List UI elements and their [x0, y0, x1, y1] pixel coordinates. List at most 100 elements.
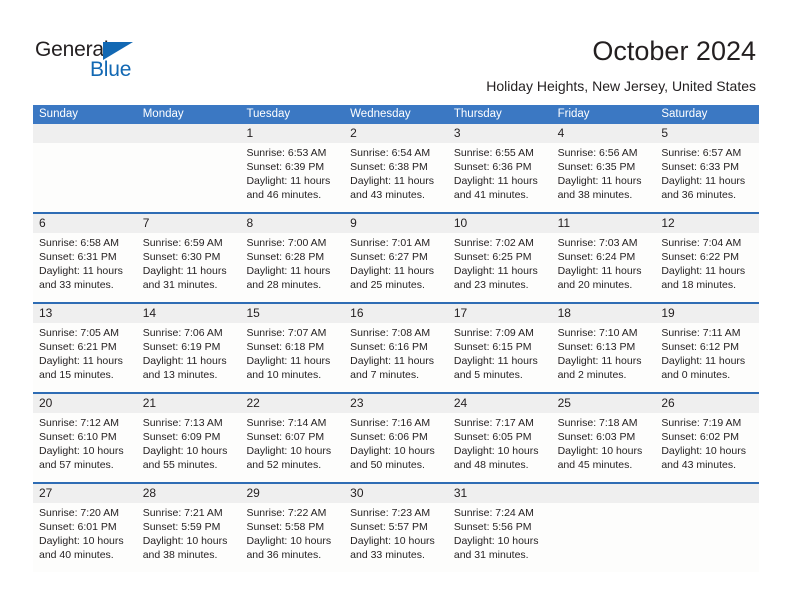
day-number[interactable]: 25: [552, 394, 656, 413]
day-cell[interactable]: Sunrise: 7:07 AM Sunset: 6:18 PM Daylight:…: [240, 323, 344, 392]
day-number[interactable]: 30: [344, 484, 448, 503]
sunrise-text: Sunrise: 7:13 AM: [142, 417, 223, 429]
day-number[interactable]: 26: [655, 394, 759, 413]
day-cell[interactable]: Sunrise: 6:55 AM Sunset: 6:36 PM Daylight:…: [448, 143, 552, 212]
sunset-text: Sunset: 6:39 PM: [246, 161, 325, 173]
day-cell[interactable]: Sunrise: 7:16 AM Sunset: 6:06 PM Daylight:…: [344, 413, 448, 482]
day-cell[interactable]: Sunrise: 7:14 AM Sunset: 6:07 PM Daylight:…: [240, 413, 344, 482]
sunrise-text: Sunrise: 7:08 AM: [350, 327, 431, 339]
sunset-text: Sunset: 6:10 PM: [39, 431, 117, 443]
day-cell[interactable]: Sunrise: 6:58 AM Sunset: 6:31 PM Daylight:…: [33, 233, 137, 302]
day-cell[interactable]: Sunrise: 7:22 AM Sunset: 5:58 PM Daylight:…: [240, 503, 344, 572]
day-cell[interactable]: Sunrise: 7:13 AM Sunset: 6:09 PM Daylight:…: [137, 413, 241, 482]
daylight-text-line1: Daylight: 10 hours: [350, 535, 435, 547]
day-cell[interactable]: Sunrise: 7:09 AM Sunset: 6:15 PM Daylight:…: [448, 323, 552, 392]
daylight-text-line2: and 2 minutes.: [557, 369, 627, 381]
day-number[interactable]: 5: [655, 124, 759, 143]
daylight-text-line1: Daylight: 11 hours: [142, 355, 227, 367]
day-cell[interactable]: Sunrise: 7:21 AM Sunset: 5:59 PM Daylight:…: [137, 503, 241, 572]
daylight-text-line1: Daylight: 10 hours: [142, 535, 228, 547]
day-cell[interactable]: Sunrise: 7:06 AM Sunset: 6:19 PM Daylight:…: [137, 323, 241, 392]
daylight-text-line1: Daylight: 11 hours: [39, 355, 123, 367]
sunset-text: Sunset: 6:33 PM: [661, 161, 739, 173]
day-number[interactable]: 28: [137, 484, 241, 503]
sunset-text: Sunset: 6:16 PM: [350, 341, 428, 353]
day-number[interactable]: 23: [344, 394, 448, 413]
day-number[interactable]: 18: [552, 304, 656, 323]
day-number[interactable]: 17: [448, 304, 552, 323]
day-number[interactable]: 6: [33, 214, 137, 233]
day-number[interactable]: 15: [240, 304, 344, 323]
sunrise-text: Sunrise: 7:12 AM: [39, 417, 119, 429]
day-cell[interactable]: Sunrise: 7:11 AM Sunset: 6:12 PM Daylight:…: [655, 323, 759, 392]
day-number[interactable]: 21: [137, 394, 241, 413]
day-number[interactable]: 22: [240, 394, 344, 413]
week-date-number-row: 6 7 8 9 10 11 12: [33, 214, 759, 233]
sunset-text: Sunset: 6:35 PM: [557, 161, 636, 173]
day-number[interactable]: 3: [448, 124, 552, 143]
daylight-text-line2: and 43 minutes.: [350, 189, 425, 201]
day-cell[interactable]: Sunrise: 7:00 AM Sunset: 6:28 PM Daylight:…: [240, 233, 344, 302]
day-cell[interactable]: Sunrise: 7:18 AM Sunset: 6:03 PM Daylight:…: [552, 413, 656, 482]
day-cell[interactable]: Sunrise: 7:08 AM Sunset: 6:16 PM Daylight:…: [344, 323, 448, 392]
day-cell[interactable]: Sunrise: 6:57 AM Sunset: 6:33 PM Daylight:…: [655, 143, 759, 212]
calendar-week-row: 1 2 3 4 5 Sunrise: 6:53 AM Sunset: 6:39 PM Dayl…: [33, 124, 759, 212]
day-number[interactable]: 16: [344, 304, 448, 323]
day-cell[interactable]: Sunrise: 7:10 AM Sunset: 6:13 PM Daylight:…: [552, 323, 656, 392]
day-cell[interactable]: Sunrise: 7:05 AM Sunset: 6:21 PM Daylight:…: [33, 323, 137, 392]
day-number[interactable]: 4: [552, 124, 656, 143]
daylight-text-line1: Daylight: 11 hours: [557, 265, 642, 277]
sunset-text: Sunset: 6:13 PM: [557, 341, 636, 353]
day-number[interactable]: 9: [344, 214, 448, 233]
daylight-text-line1: Daylight: 11 hours: [661, 265, 746, 277]
day-cell[interactable]: Sunrise: 7:24 AM Sunset: 5:56 PM Daylight:…: [448, 503, 552, 572]
sunrise-text: Sunrise: 7:11 AM: [661, 327, 741, 339]
day-cell[interactable]: Sunrise: 6:59 AM Sunset: 6:30 PM Daylight:…: [137, 233, 241, 302]
day-number[interactable]: 24: [448, 394, 552, 413]
daylight-text-line2: and 33 minutes.: [350, 549, 425, 561]
day-number[interactable]: 20: [33, 394, 137, 413]
day-number[interactable]: 29: [240, 484, 344, 503]
sunset-text: Sunset: 5:59 PM: [142, 521, 221, 533]
sunrise-text: Sunrise: 7:19 AM: [661, 417, 742, 429]
day-cell[interactable]: Sunrise: 7:23 AM Sunset: 5:57 PM Daylight:…: [344, 503, 448, 572]
sunrise-text: Sunrise: 7:05 AM: [39, 327, 119, 339]
day-number[interactable]: 14: [137, 304, 241, 323]
day-cell[interactable]: Sunrise: 7:03 AM Sunset: 6:24 PM Daylight:…: [552, 233, 656, 302]
day-number[interactable]: 11: [552, 214, 656, 233]
calendar-weeks: 1 2 3 4 5 Sunrise: 6:53 AM Sunset: 6:39 PM Dayl…: [33, 124, 759, 572]
day-cell[interactable]: Sunrise: 6:54 AM Sunset: 6:38 PM Daylight:…: [344, 143, 448, 212]
day-cell[interactable]: Sunrise: 7:04 AM Sunset: 6:22 PM Daylight:…: [655, 233, 759, 302]
day-cell[interactable]: Sunrise: 6:56 AM Sunset: 6:35 PM Daylight:…: [552, 143, 656, 212]
day-cell-empty: [552, 503, 656, 572]
week-date-number-row: 27 28 29 30 31: [33, 484, 759, 503]
daylight-text-line2: and 15 minutes.: [39, 369, 114, 381]
day-cell[interactable]: Sunrise: 7:12 AM Sunset: 6:10 PM Daylight:…: [33, 413, 137, 482]
sunset-text: Sunset: 5:57 PM: [350, 521, 428, 533]
day-number[interactable]: 13: [33, 304, 137, 323]
day-number-empty: [33, 124, 137, 143]
general-blue-logo[interactable]: General Blue: [35, 38, 165, 83]
day-cell[interactable]: Sunrise: 6:53 AM Sunset: 6:39 PM Daylight:…: [240, 143, 344, 212]
day-number[interactable]: 7: [137, 214, 241, 233]
day-number[interactable]: 10: [448, 214, 552, 233]
sunrise-text: Sunrise: 7:00 AM: [246, 237, 327, 249]
day-cell[interactable]: Sunrise: 7:17 AM Sunset: 6:05 PM Daylight:…: [448, 413, 552, 482]
daylight-text-line1: Daylight: 11 hours: [453, 175, 538, 187]
day-number[interactable]: 27: [33, 484, 137, 503]
day-number[interactable]: 31: [448, 484, 552, 503]
day-number[interactable]: 19: [655, 304, 759, 323]
daylight-text-line1: Daylight: 11 hours: [557, 355, 642, 367]
sunrise-text: Sunrise: 6:54 AM: [350, 147, 431, 159]
day-cell[interactable]: Sunrise: 7:01 AM Sunset: 6:27 PM Daylight:…: [344, 233, 448, 302]
day-cell[interactable]: Sunrise: 7:19 AM Sunset: 6:02 PM Daylight:…: [655, 413, 759, 482]
day-cell-empty: [655, 503, 759, 572]
week-detail-row: Sunrise: 6:58 AM Sunset: 6:31 PM Daylight:…: [33, 233, 759, 302]
sunrise-text: Sunrise: 6:57 AM: [661, 147, 742, 159]
day-cell[interactable]: Sunrise: 7:20 AM Sunset: 6:01 PM Daylight:…: [33, 503, 137, 572]
day-number[interactable]: 1: [240, 124, 344, 143]
day-number[interactable]: 2: [344, 124, 448, 143]
day-number[interactable]: 12: [655, 214, 759, 233]
day-cell[interactable]: Sunrise: 7:02 AM Sunset: 6:25 PM Daylight:…: [448, 233, 552, 302]
day-number[interactable]: 8: [240, 214, 344, 233]
